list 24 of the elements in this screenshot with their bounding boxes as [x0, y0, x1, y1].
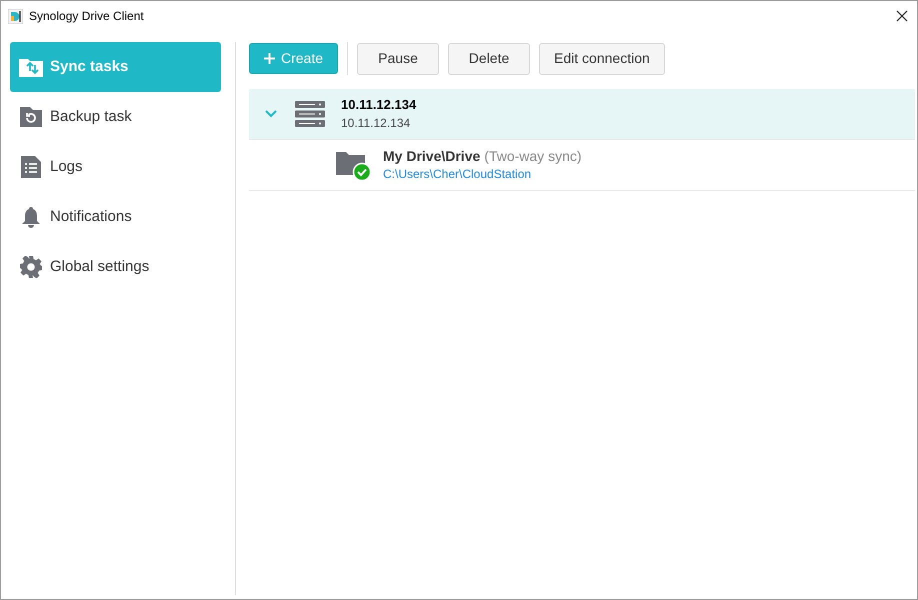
server-icon [295, 101, 325, 127]
close-icon [896, 10, 908, 22]
task-name: My Drive\Drive [383, 147, 480, 165]
bell-icon [20, 206, 42, 228]
server-name: 10.11.12.134 [341, 96, 416, 114]
backup-folder-icon [20, 107, 42, 127]
toolbar-button[interactable]: Pause [357, 42, 440, 74]
task-row[interactable]: My Drive\Drive (Two-way sync) C:\Users\Cher\CloudStation [249, 140, 915, 191]
sync-mode: (Two-way sync) [484, 147, 582, 165]
sidebar-item[interactable]: Global settings [10, 242, 221, 292]
toolbar-button[interactable]: Edit connection [539, 42, 665, 74]
plus-icon [264, 53, 275, 64]
sync-folder-icon [19, 57, 43, 77]
document-list-icon [21, 156, 41, 178]
window-title: Synology Drive Client [29, 8, 144, 25]
sidebar-item[interactable]: Notifications [10, 192, 221, 242]
settings-icon [20, 256, 42, 278]
sidebar-item[interactable]: Logs [10, 142, 221, 192]
server-address: 10.11.12.134 [341, 115, 412, 132]
server-row[interactable]: 10.11.12.134 10.11.12.134 [249, 89, 915, 140]
toolbar-button[interactable]: Delete [448, 42, 530, 74]
app-logo-icon [8, 8, 23, 24]
sidebar-item[interactable]: Backup task [10, 92, 221, 142]
local-path-link[interactable]: C:\Users\Cher\CloudStation [383, 165, 582, 183]
